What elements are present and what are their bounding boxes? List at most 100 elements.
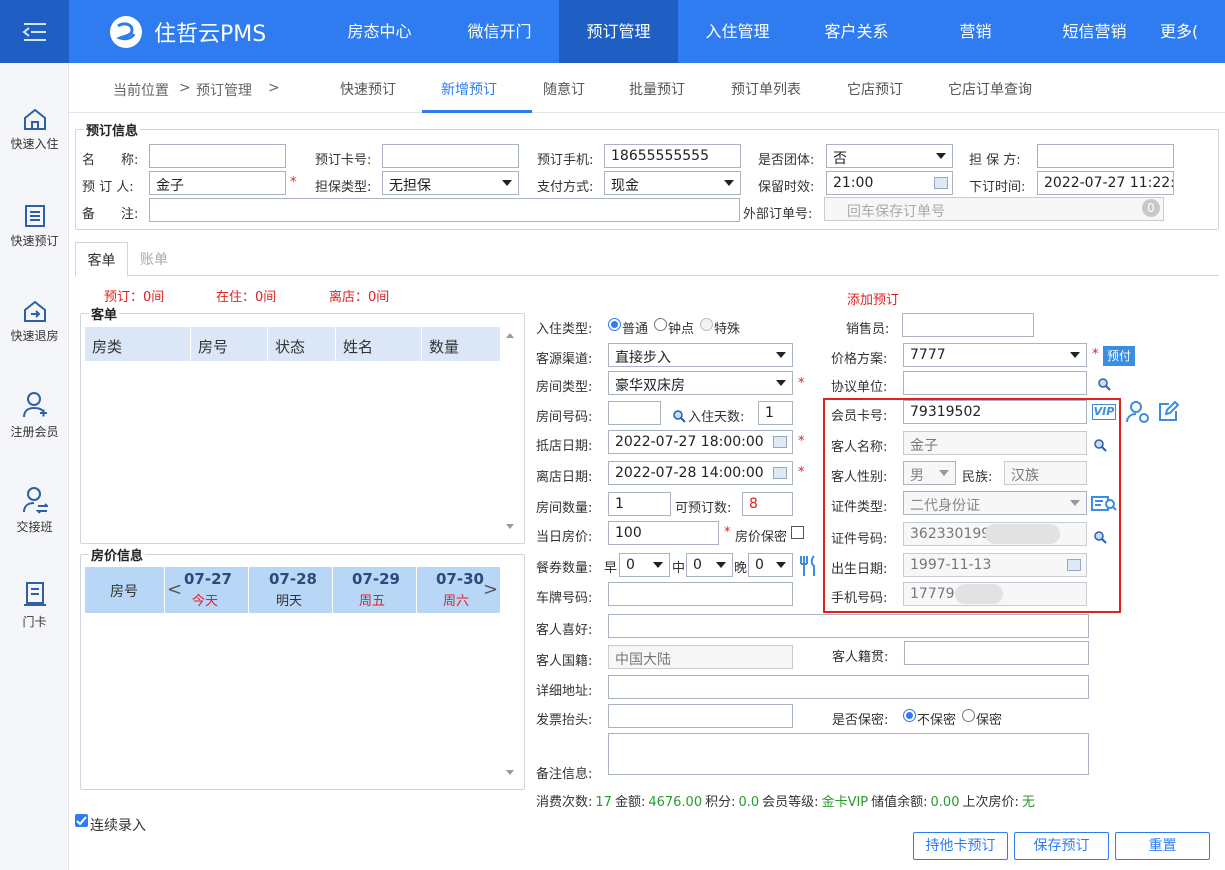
radio-label: 不保密 bbox=[917, 713, 957, 728]
member-card-field[interactable]: 79319502 bbox=[903, 400, 1087, 424]
sidebar-item-door-card[interactable]: 门卡 bbox=[0, 581, 69, 630]
radio-special[interactable] bbox=[700, 318, 713, 331]
native-field[interactable] bbox=[904, 641, 1089, 665]
tab-guest[interactable]: 客单 bbox=[75, 242, 128, 277]
add-booking-link[interactable]: 添加预订 bbox=[847, 289, 899, 308]
nav-booking[interactable]: 预订管理 bbox=[559, 0, 678, 63]
birth-field[interactable]: 1997-11-13 bbox=[903, 553, 1087, 577]
tab-bill[interactable]: 账单 bbox=[140, 249, 168, 269]
fork-knife-icon[interactable] bbox=[798, 554, 820, 578]
sales-field[interactable] bbox=[902, 313, 1034, 337]
continuous-entry-label: 连续录入 bbox=[90, 818, 146, 834]
note-textarea[interactable] bbox=[608, 733, 1089, 775]
sidebar-item-register-member[interactable]: 注册会员 bbox=[0, 391, 69, 440]
subtab-free-booking[interactable]: 随意订 bbox=[543, 79, 585, 99]
calendar-icon[interactable] bbox=[934, 177, 948, 189]
order-tabs bbox=[75, 240, 1219, 276]
prev-arrow-icon[interactable]: < bbox=[167, 579, 182, 600]
nav-more[interactable]: 更多( bbox=[1150, 0, 1225, 63]
sidebar-item-quick-booking[interactable]: 快速预订 bbox=[0, 204, 69, 249]
reset-button[interactable]: 重置 bbox=[1115, 832, 1210, 860]
room-no-field[interactable] bbox=[608, 401, 661, 425]
subtab-booking-list[interactable]: 预订单列表 bbox=[731, 79, 801, 99]
id-type-value: 二代身份证 bbox=[910, 498, 980, 514]
card-no-field[interactable] bbox=[382, 144, 519, 168]
vip-icon[interactable]: VIP bbox=[1092, 404, 1116, 420]
search-icon[interactable] bbox=[1093, 530, 1107, 544]
phone-field[interactable]: 18655555555 bbox=[604, 144, 741, 168]
guarantee-type-select[interactable]: 无担保 bbox=[382, 171, 519, 195]
search-icon[interactable] bbox=[1097, 377, 1111, 391]
radio-normal[interactable] bbox=[608, 318, 621, 331]
guarantor-field[interactable] bbox=[1037, 144, 1174, 168]
other-card-booking-button[interactable]: 持他卡预订 bbox=[913, 832, 1008, 860]
group-select[interactable]: 否 bbox=[826, 144, 953, 168]
sidebar-item-quick-checkout[interactable]: 快速退房 bbox=[0, 299, 69, 344]
guest-list-scrollbar[interactable] bbox=[502, 327, 518, 539]
check-icon bbox=[76, 816, 87, 826]
arrive-field[interactable]: 2022-07-27 18:00:00 bbox=[608, 430, 793, 454]
nav-checkin[interactable]: 入住管理 bbox=[678, 0, 797, 63]
days-field[interactable]: 1 bbox=[758, 401, 793, 425]
subtab-new-booking[interactable]: 新增预订 bbox=[441, 79, 497, 99]
form-scrollbar[interactable] bbox=[502, 552, 518, 784]
search-icon[interactable] bbox=[1093, 438, 1107, 452]
agreement-field[interactable] bbox=[903, 371, 1087, 395]
source-select[interactable]: 直接步入 bbox=[608, 343, 793, 367]
pay-method-select[interactable]: 现金 bbox=[604, 171, 741, 195]
dinner-select[interactable]: 0 bbox=[748, 553, 793, 577]
secret-price-checkbox[interactable] bbox=[791, 526, 804, 539]
prepay-button[interactable]: 预付 bbox=[1103, 346, 1135, 366]
id-scan-icon[interactable] bbox=[1091, 494, 1117, 514]
lunch-select[interactable]: 0 bbox=[686, 553, 733, 577]
save-booking-button[interactable]: 保存预订 bbox=[1014, 832, 1109, 860]
order-time-field[interactable]: 2022-07-27 11:22:5 bbox=[1037, 171, 1174, 195]
radio-not-secret[interactable] bbox=[903, 709, 916, 722]
calendar-icon[interactable] bbox=[773, 467, 787, 479]
rooms-field[interactable]: 1 bbox=[608, 492, 671, 516]
nation-field[interactable]: 中国大陆 bbox=[608, 645, 793, 669]
nav-wechat-door[interactable]: 微信开门 bbox=[440, 0, 559, 63]
booker-field[interactable]: 金子 bbox=[149, 171, 286, 195]
menu-toggle-icon[interactable] bbox=[0, 0, 69, 63]
member-user-icon[interactable] bbox=[1126, 400, 1150, 424]
price-field[interactable]: 100 bbox=[608, 521, 719, 545]
next-arrow-icon[interactable]: > bbox=[483, 579, 498, 600]
subtab-batch-booking[interactable]: 批量预订 bbox=[629, 79, 685, 99]
calendar-icon[interactable] bbox=[1067, 559, 1081, 571]
breadcrumb-page[interactable]: 预订管理 bbox=[196, 80, 252, 100]
calendar-icon[interactable] bbox=[773, 436, 787, 448]
sidebar-item-quick-checkin[interactable]: 快速入住 bbox=[0, 107, 69, 152]
subtab-other-store-query[interactable]: 它店订单查询 bbox=[948, 79, 1032, 99]
breakfast-select[interactable]: 0 bbox=[619, 553, 670, 577]
remark-field[interactable] bbox=[149, 198, 740, 222]
nav-sms[interactable]: 短信营销 bbox=[1035, 0, 1154, 63]
invoice-field[interactable] bbox=[608, 704, 793, 728]
chevron-down-icon bbox=[1070, 500, 1080, 506]
subtab-other-store-booking[interactable]: 它店预订 bbox=[847, 79, 903, 99]
nav-crm[interactable]: 客户关系 bbox=[797, 0, 916, 63]
subtab-quick-booking[interactable]: 快速预订 bbox=[340, 79, 396, 99]
id-type-select[interactable]: 二代身份证 bbox=[903, 491, 1087, 515]
divider bbox=[421, 327, 422, 361]
leave-field[interactable]: 2022-07-28 14:00:00 bbox=[608, 461, 793, 485]
radio-hourly[interactable] bbox=[654, 318, 667, 331]
room-type-select[interactable]: 豪华双床房 bbox=[608, 371, 793, 395]
plan-select[interactable]: 7777 bbox=[903, 343, 1087, 367]
hobby-field[interactable] bbox=[608, 614, 1089, 638]
ext-order-field[interactable]: 回车保存订单号 bbox=[824, 197, 1164, 221]
nav-marketing[interactable]: 营销 bbox=[916, 0, 1035, 63]
name-field[interactable] bbox=[149, 144, 286, 168]
sidebar-item-shift-handover[interactable]: 交接班 bbox=[0, 486, 69, 535]
gender-select[interactable]: 男 bbox=[903, 461, 956, 485]
radio-secret[interactable] bbox=[962, 709, 975, 722]
ethnic-field[interactable]: 汉族 bbox=[1004, 461, 1087, 485]
guest-name-field[interactable]: 金子 bbox=[903, 431, 1087, 455]
plate-field[interactable] bbox=[608, 582, 793, 606]
continuous-entry-checkbox[interactable] bbox=[75, 814, 88, 827]
nav-room-status[interactable]: 房态中心 bbox=[320, 0, 439, 63]
address-field[interactable] bbox=[608, 675, 1089, 699]
edit-icon[interactable] bbox=[1157, 401, 1179, 423]
lunch-label: 中 bbox=[672, 561, 686, 576]
search-icon[interactable] bbox=[672, 409, 686, 423]
